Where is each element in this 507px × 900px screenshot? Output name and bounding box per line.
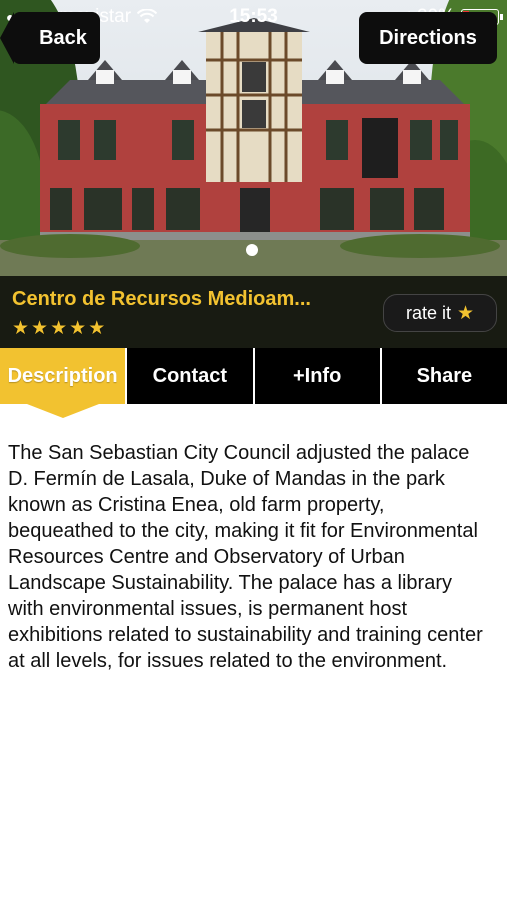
tab-label: +Info xyxy=(292,364,342,387)
tab-label: Share xyxy=(416,364,473,387)
star-icon: ★ xyxy=(12,318,30,339)
back-button[interactable]: Back xyxy=(0,12,100,64)
star-icon: ★ xyxy=(456,302,475,324)
tab-info[interactable]: +Info xyxy=(252,348,380,404)
star-icon: ★ xyxy=(50,318,68,339)
title-band: Centro de Recursos Medioam... ★ ★ ★ ★ ★ … xyxy=(0,276,507,348)
rate-it-button[interactable]: rate it ★ xyxy=(383,294,497,332)
place-title: Centro de Recursos Medioam... xyxy=(12,288,311,310)
star-icon: ★ xyxy=(31,318,49,339)
tab-contact[interactable]: Contact xyxy=(125,348,252,404)
star-icon: ★ xyxy=(69,318,87,339)
rate-it-label: rate it xyxy=(405,302,451,323)
tab-label: Description xyxy=(7,364,118,387)
back-button-label: Back xyxy=(39,26,87,49)
tab-description[interactable]: Description xyxy=(0,348,126,418)
directions-button-label: Directions xyxy=(379,26,477,49)
tab-share[interactable]: Share xyxy=(379,348,507,404)
description-text: The San Sebastian City Council adjusted … xyxy=(8,442,483,672)
star-icon: ★ xyxy=(88,318,106,339)
photo-page-indicator[interactable] xyxy=(246,244,258,256)
rating-stars: ★ ★ ★ ★ ★ xyxy=(12,319,105,338)
tab-bar: Description Contact +Info Share xyxy=(0,348,507,418)
directions-button[interactable]: Directions xyxy=(359,12,497,64)
tab-label: Contact xyxy=(152,364,228,387)
